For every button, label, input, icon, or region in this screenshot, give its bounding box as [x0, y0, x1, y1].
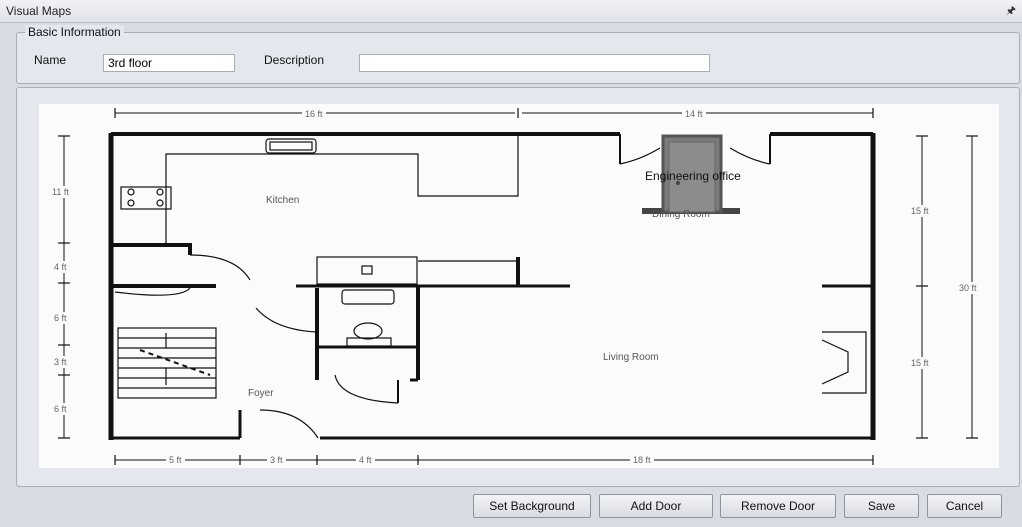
dining-room-label: Dining Room — [652, 209, 710, 220]
name-input[interactable] — [103, 54, 235, 72]
floorplan-image — [58, 108, 978, 465]
pin-icon[interactable]: 🖈 — [1006, 2, 1016, 21]
dim-right-2: 15 ft — [911, 357, 929, 369]
save-button[interactable]: Save — [844, 494, 919, 518]
dim-right-1: 15 ft — [911, 205, 929, 217]
dim-left-4: 3 ft — [54, 356, 67, 368]
dim-left-1: 11 ft — [52, 186, 69, 198]
door-label: Engineering office — [645, 169, 741, 183]
window-title: Visual Maps — [6, 4, 72, 18]
description-input[interactable] — [359, 54, 710, 72]
dim-left-5: 6 ft — [54, 403, 67, 415]
floorplan-canvas[interactable] — [39, 104, 999, 468]
description-label: Description — [264, 53, 325, 67]
living-room-label: Living Room — [603, 352, 659, 363]
dim-bottom-3: 4 ft — [356, 455, 375, 465]
basic-information-legend: Basic Information — [25, 25, 124, 39]
set-background-button[interactable]: Set Background — [473, 494, 591, 518]
dim-top-1: 16 ft — [302, 109, 326, 119]
remove-door-button[interactable]: Remove Door — [720, 494, 836, 518]
foyer-label: Foyer — [248, 388, 274, 399]
name-label: Name — [34, 53, 67, 67]
dim-left-2: 4 ft — [54, 261, 67, 273]
dim-left-3: 6 ft — [54, 312, 67, 324]
kitchen-label: Kitchen — [266, 195, 300, 206]
dim-right-3: 30 ft — [959, 282, 977, 294]
title-bar: Visual Maps 🖈 — [0, 0, 1022, 23]
cancel-button[interactable]: Cancel — [927, 494, 1002, 518]
add-door-button[interactable]: Add Door — [599, 494, 713, 518]
dim-top-2: 14 ft — [682, 109, 706, 119]
dim-bottom-2: 3 ft — [267, 455, 286, 465]
dim-bottom-4: 18 ft — [630, 455, 654, 465]
dim-bottom-1: 5 ft — [166, 455, 185, 465]
